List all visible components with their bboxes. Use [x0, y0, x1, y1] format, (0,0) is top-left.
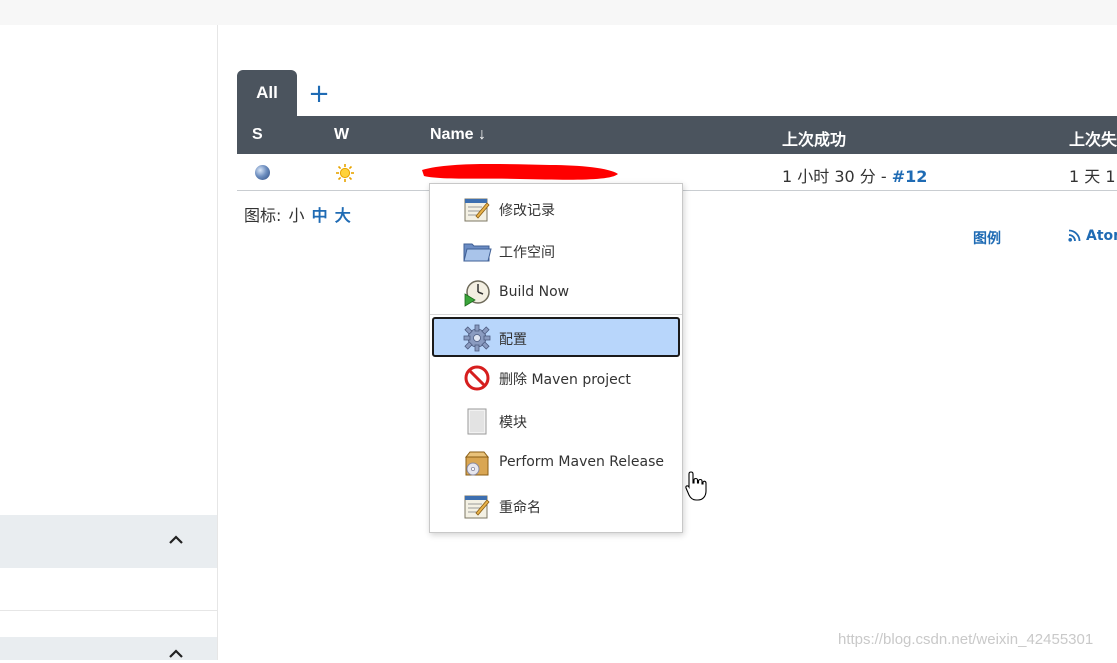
legend-link[interactable]: 图例: [973, 228, 1001, 248]
add-view-button[interactable]: +: [306, 80, 332, 108]
menu-item-build-now[interactable]: Build Now: [432, 272, 680, 312]
top-bar: [0, 0, 1117, 25]
package-cd-icon: [464, 451, 490, 476]
menu-item-perform-maven-release[interactable]: Perform Maven Release: [432, 442, 680, 482]
icon-size-selector: 图标: 小 中 大: [244, 202, 351, 226]
rss-icon: [1068, 229, 1081, 242]
notepad-icon: [464, 198, 490, 222]
last-success-build-link[interactable]: #12: [892, 167, 928, 186]
sidebar-collapsible-section-2[interactable]: [0, 637, 217, 660]
job-context-menu: 修改记录 工作空间 Build Now 配置 删除 Maven project …: [429, 183, 683, 533]
last-failure-cell: 1 天 1: [1069, 167, 1116, 186]
chevron-up-icon[interactable]: [167, 531, 185, 549]
status-ball-icon: [255, 165, 270, 180]
menu-separator: [430, 314, 682, 315]
column-header-status[interactable]: S: [252, 126, 263, 144]
chevron-up-icon[interactable]: [167, 645, 185, 663]
document-icon: [467, 408, 487, 435]
sunny-weather-icon: [336, 164, 354, 182]
column-header-weather[interactable]: W: [334, 126, 349, 144]
no-entry-icon: [464, 365, 490, 391]
menu-item-configure[interactable]: 配置: [432, 317, 680, 357]
column-header-name[interactable]: Name ↓: [430, 126, 486, 144]
last-success-cell: 1 小时 30 分 - #12: [782, 163, 927, 187]
notepad-icon: [464, 495, 490, 519]
menu-item-changes[interactable]: 修改记录: [432, 188, 680, 228]
menu-item-modules[interactable]: 模块: [432, 400, 680, 440]
sidebar-collapsible-section[interactable]: [0, 515, 217, 568]
icon-size-medium[interactable]: 中: [312, 206, 328, 225]
menu-item-delete-project[interactable]: 删除 Maven project: [432, 357, 680, 397]
column-header-last-success[interactable]: 上次成功: [782, 126, 846, 150]
watermark: https://blog.csdn.net/weixin_42455301: [838, 631, 1094, 648]
menu-item-workspace[interactable]: 工作空间: [432, 230, 680, 270]
menu-item-rename[interactable]: 重命名: [432, 485, 680, 525]
sidebar: [0, 25, 218, 660]
last-success-duration: 1 小时 30 分 -: [782, 167, 892, 186]
tab-all[interactable]: All: [237, 70, 297, 116]
icon-size-label: 图标:: [244, 206, 287, 225]
icon-size-large[interactable]: 大: [335, 206, 351, 225]
folder-icon: [463, 243, 492, 262]
icon-size-small[interactable]: 小: [288, 206, 304, 225]
redacted-job-name[interactable]: [420, 160, 620, 182]
sidebar-row: [0, 568, 217, 611]
table-header: S W Name ↓ 上次成功 上次失: [237, 116, 1117, 154]
gear-icon: [463, 324, 491, 352]
clock-play-icon: [464, 280, 490, 307]
atom-feed-link[interactable]: Atom: [1068, 228, 1117, 244]
hand-pointer-cursor-icon: [685, 471, 707, 501]
atom-link-label: Atom: [1086, 228, 1117, 244]
column-header-last-failure[interactable]: 上次失: [1069, 126, 1117, 150]
